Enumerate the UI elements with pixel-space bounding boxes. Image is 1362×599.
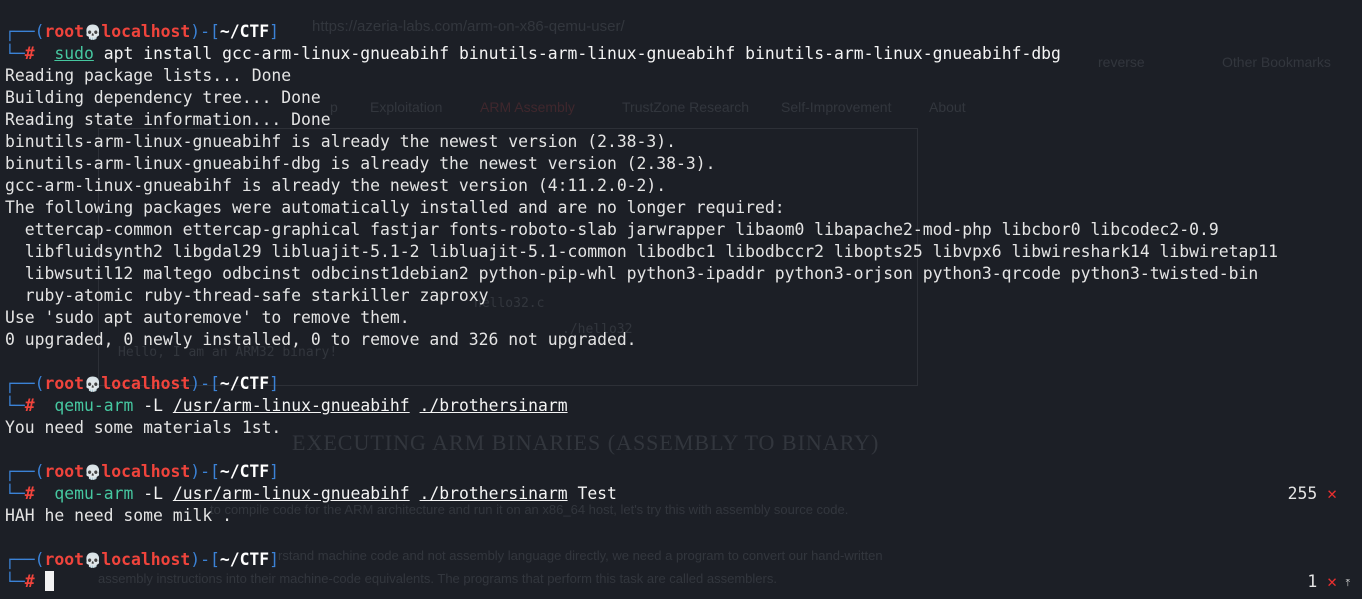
output-line: libwsutil12 maltego odbcinst odbcinst1de… <box>5 264 1259 283</box>
output-line: Building dependency tree... Done <box>5 88 321 107</box>
command-line-1: └─# sudo apt install gcc-arm-linux-gnuea… <box>5 44 1061 63</box>
output-line: Reading state information... Done <box>5 110 331 129</box>
output-line: 0 upgraded, 0 newly installed, 0 to remo… <box>5 330 637 349</box>
output-line: binutils-arm-linux-gnueabihf is already … <box>5 132 677 151</box>
skull-icon: 💀 <box>83 465 102 481</box>
skull-icon: 💀 <box>83 25 102 41</box>
command-line-4[interactable]: └─# 1 ✕ <box>5 571 1357 593</box>
terminal[interactable]: ┌──(root💀localhost)-[~/CTF] └─# sudo apt… <box>5 21 1357 593</box>
exit-status: 1 ✕ <box>1307 572 1337 591</box>
prompt-line-2: ┌──(root💀localhost)-[~/CTF] <box>5 374 280 393</box>
prompt-line-1: ┌──(root💀localhost)-[~/CTF] <box>5 22 280 41</box>
output-line: libfluidsynth2 libgdal29 libluajit-5.1-2… <box>5 242 1278 261</box>
error-x-icon: ✕ <box>1327 572 1337 591</box>
skull-icon: 💀 <box>83 553 102 569</box>
prompt-line-3: ┌──(root💀localhost)-[~/CTF] <box>5 462 280 481</box>
command-line-2: └─# qemu-arm -L /usr/arm-linux-gnueabihf… <box>5 396 568 415</box>
output-line: ruby-atomic ruby-thread-safe starkiller … <box>5 286 489 305</box>
output-line: HAH he need some milk . <box>5 506 232 525</box>
text-cursor <box>44 571 54 591</box>
output-line: The following packages were automaticall… <box>5 198 785 217</box>
prompt-line-4: ┌──(root💀localhost)-[~/CTF] <box>5 550 280 569</box>
output-line: Use 'sudo apt autoremove' to remove them… <box>5 308 410 327</box>
scroll-top-icon[interactable]: ⤒ <box>1346 578 1350 589</box>
error-x-icon: ✕ <box>1327 484 1337 503</box>
output-line: Reading package lists... Done <box>5 66 292 85</box>
output-line: ettercap-common ettercap-graphical fastj… <box>5 220 1219 239</box>
output-line: gcc-arm-linux-gnueabihf is already the n… <box>5 176 667 195</box>
exit-status: 255 ✕ <box>1287 484 1337 503</box>
output-line: binutils-arm-linux-gnueabihf-dbg is alre… <box>5 154 716 173</box>
skull-icon: 💀 <box>83 377 102 393</box>
output-line: You need some materials 1st. <box>5 418 282 437</box>
command-line-3: └─# qemu-arm -L /usr/arm-linux-gnueabihf… <box>5 484 1337 503</box>
